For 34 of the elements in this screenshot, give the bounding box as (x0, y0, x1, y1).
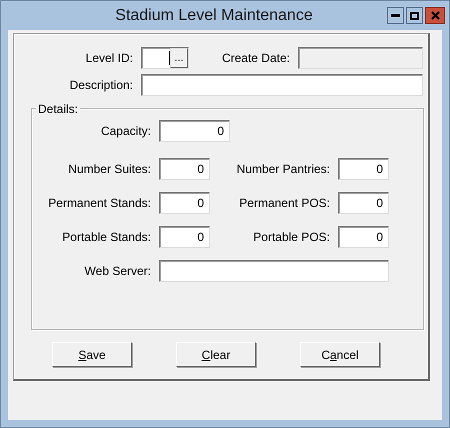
text-field[interactable] (141, 74, 423, 96)
field-label: Create Date: (220, 51, 290, 65)
number-field[interactable]: 0 (159, 226, 210, 248)
field-label: Web Server: (84, 264, 151, 278)
maximize-icon (410, 12, 419, 20)
field-label: Portable POS: (252, 230, 330, 244)
minimize-icon (391, 14, 400, 17)
text-field[interactable] (159, 260, 389, 282)
field-label: Permanent POS: (238, 196, 330, 210)
close-button[interactable] (425, 7, 445, 24)
browse-button[interactable]: ... (170, 48, 188, 68)
action-button[interactable]: Clear (176, 342, 256, 367)
text-cursor (169, 51, 170, 65)
group-title: Details: (36, 102, 80, 116)
field-label: Number Pantries: (236, 162, 330, 176)
number-field[interactable]: 0 (159, 158, 210, 180)
action-button[interactable]: Save (52, 342, 132, 367)
window-title: Stadium Level Maintenance (114, 6, 314, 24)
number-field[interactable]: 0 (338, 226, 389, 248)
action-button[interactable]: Cancel (300, 342, 380, 367)
minimize-button[interactable] (387, 7, 404, 24)
maximize-button[interactable] (406, 7, 423, 24)
number-field[interactable]: 0 (338, 158, 389, 180)
level-id-field[interactable]: ... (141, 47, 189, 69)
field-label: Permanent Stands: (47, 196, 151, 210)
close-icon (430, 11, 440, 20)
number-field[interactable]: 0 (338, 192, 389, 214)
field-label: Portable Stands: (61, 230, 151, 244)
field-label: Description: (68, 78, 133, 92)
field-label: Capacity: (100, 124, 151, 138)
field-label: Level ID: (84, 51, 133, 65)
number-field[interactable]: 0 (159, 120, 230, 142)
number-field[interactable]: 0 (159, 192, 210, 214)
field-label: Number Suites: (67, 162, 151, 176)
